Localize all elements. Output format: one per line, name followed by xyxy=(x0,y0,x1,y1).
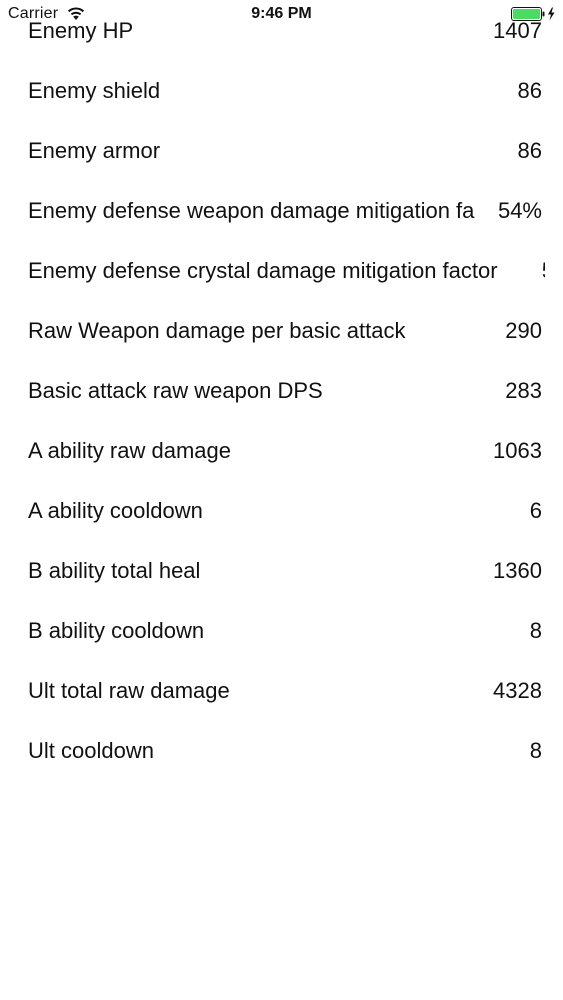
stat-label: Enemy shield xyxy=(28,78,161,103)
stat-value: 290 xyxy=(503,301,542,361)
stat-label: A ability raw damage xyxy=(28,438,231,463)
stat-row-raw-weapon-damage[interactable]: Raw Weapon damage per basic attack 290 xyxy=(0,301,563,361)
stat-value: 8 xyxy=(527,601,542,661)
stat-value: 1063 xyxy=(491,421,542,481)
stat-value: 86 xyxy=(515,121,542,181)
row-clip xyxy=(545,241,563,301)
stat-row-enemy-shield[interactable]: Enemy shield 86 xyxy=(0,61,563,121)
stat-label: Raw Weapon damage per basic attack xyxy=(28,318,406,343)
stat-row-b-ability-cooldown[interactable]: B ability cooldown 8 xyxy=(0,601,563,661)
status-bar: Carrier 9:46 PM xyxy=(0,0,563,28)
stat-value: 8 xyxy=(527,721,542,781)
stat-row-basic-attack-dps[interactable]: Basic attack raw weapon DPS 283 xyxy=(0,361,563,421)
stat-row-ult-cooldown[interactable]: Ult cooldown 8 xyxy=(0,721,563,781)
stat-row-b-ability-heal[interactable]: B ability total heal 1360 xyxy=(0,541,563,601)
battery-charging-icon xyxy=(511,7,555,21)
stat-value: 6 xyxy=(527,481,542,541)
stat-value: 86 xyxy=(515,61,542,121)
stat-label: B ability total heal xyxy=(28,558,201,583)
status-time: 9:46 PM xyxy=(251,5,312,22)
stat-value: 54% xyxy=(497,181,542,241)
stat-value: 4328 xyxy=(491,661,542,721)
stat-row-ult-damage[interactable]: Ult total raw damage 4328 xyxy=(0,661,563,721)
stat-label: Enemy armor xyxy=(28,138,161,163)
stat-label: Enemy defense weapon damage mitigation f… xyxy=(28,198,475,223)
stat-row-enemy-defense-weapon-mitigation[interactable]: Enemy defense weapon damage mitigation f… xyxy=(0,181,563,241)
stat-value: 283 xyxy=(503,361,542,421)
stat-row-a-ability-damage[interactable]: A ability raw damage 1063 xyxy=(0,421,563,481)
stat-label: Ult cooldown xyxy=(28,738,154,763)
stat-label: Ult total raw damage xyxy=(28,678,230,703)
stat-label: Enemy defense crystal damage mitigation … xyxy=(28,258,498,283)
stat-label: Basic attack raw weapon DPS xyxy=(28,378,323,403)
stat-row-a-ability-cooldown[interactable]: A ability cooldown 6 xyxy=(0,481,563,541)
stat-label: A ability cooldown xyxy=(28,498,203,523)
stat-row-enemy-defense-crystal-mitigation[interactable]: Enemy defense crystal damage mitigation … xyxy=(0,241,563,301)
stat-row-enemy-armor[interactable]: Enemy armor 86 xyxy=(0,121,563,181)
stat-label: B ability cooldown xyxy=(28,618,205,643)
stat-value: 1360 xyxy=(491,541,542,601)
